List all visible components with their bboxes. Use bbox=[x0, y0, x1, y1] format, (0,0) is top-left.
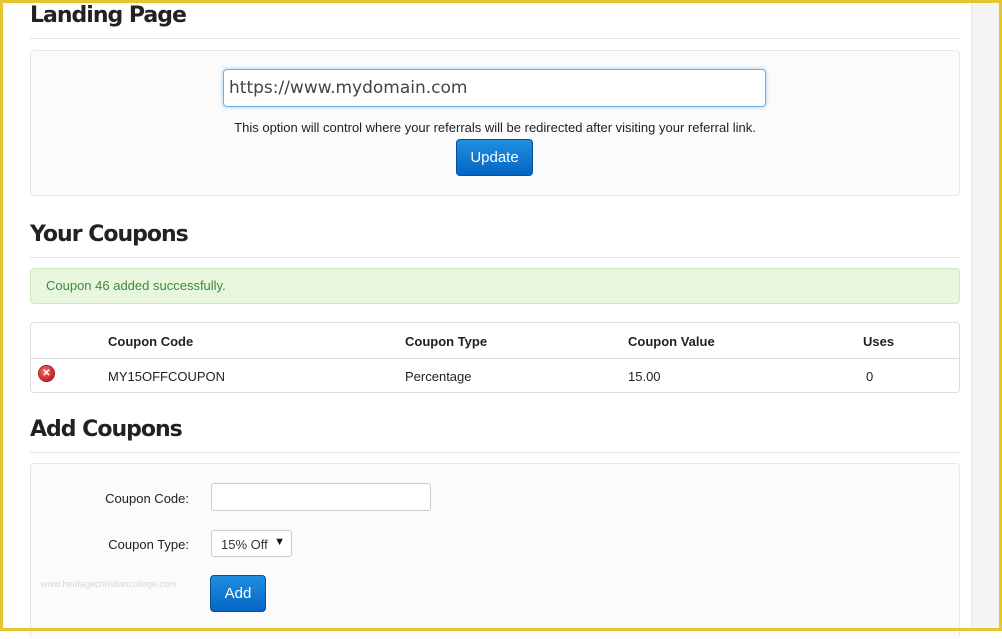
coupons-table: Coupon Code Coupon Type Coupon Value Use… bbox=[30, 322, 960, 393]
main-content: Landing Page This option will control wh… bbox=[30, 0, 960, 639]
cell-coupon-type: Percentage bbox=[405, 369, 472, 384]
coupons-divider bbox=[30, 257, 960, 258]
col-header-code: Coupon Code bbox=[108, 334, 194, 349]
add-divider bbox=[30, 452, 960, 453]
landing-divider bbox=[30, 38, 960, 39]
landing-page-title: Landing Page bbox=[30, 3, 187, 28]
cell-coupon-value: 15.00 bbox=[628, 369, 661, 384]
coupon-code-input[interactable] bbox=[211, 483, 431, 511]
page-gutter bbox=[971, 0, 999, 631]
coupon-type-label: Coupon Type: bbox=[108, 537, 189, 552]
update-button[interactable]: Update bbox=[456, 139, 533, 176]
cell-coupon-uses: 0 bbox=[866, 369, 874, 384]
cell-coupon-code: MY15OFFCOUPON bbox=[108, 369, 226, 384]
col-header-value: Coupon Value bbox=[628, 334, 715, 349]
watermark: www.heritagechristiancollege.com bbox=[41, 579, 177, 589]
success-alert: Coupon 46 added successfully. bbox=[30, 268, 960, 304]
landing-url-input[interactable] bbox=[223, 69, 766, 107]
caret-down-icon: ▼ bbox=[274, 536, 285, 548]
col-header-uses: Uses bbox=[863, 334, 895, 349]
add-button[interactable]: Add bbox=[210, 575, 266, 612]
add-coupons-title: Add Coupons bbox=[30, 417, 183, 442]
table-row-separator bbox=[31, 358, 959, 359]
coupon-type-selected: 15% Off bbox=[221, 537, 268, 552]
success-alert-text: Coupon 46 added successfully. bbox=[46, 278, 226, 293]
landing-hint: This option will control where your refe… bbox=[234, 120, 756, 135]
your-coupons-title: Your Coupons bbox=[30, 222, 189, 247]
col-header-type: Coupon Type bbox=[405, 334, 488, 349]
coupon-type-select[interactable]: 15% Off ▼ bbox=[211, 530, 292, 557]
add-coupon-panel: Coupon Code: Coupon Type: 15% Off ▼ www.… bbox=[30, 463, 960, 639]
close-circle-icon[interactable]: ✕ bbox=[39, 366, 54, 381]
coupon-code-label: Coupon Code: bbox=[105, 491, 189, 506]
